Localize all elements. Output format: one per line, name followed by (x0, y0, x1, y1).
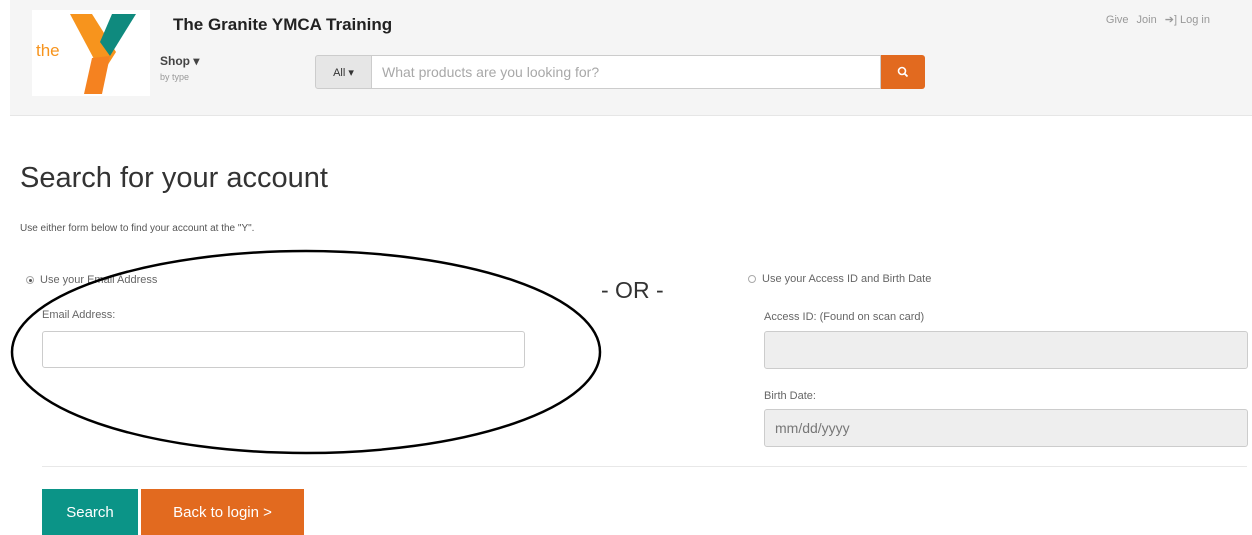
join-link[interactable]: Join (1137, 14, 1157, 26)
email-option-label: Use your Email Address (40, 274, 158, 286)
search-account-button[interactable]: Search (42, 489, 138, 535)
give-link[interactable]: Give (1106, 14, 1129, 26)
site-title[interactable]: The Granite YMCA Training (173, 15, 392, 35)
email-field-label: Email Address: (42, 309, 116, 321)
search-button[interactable] (881, 55, 925, 89)
birth-date-label: Birth Date: (764, 390, 816, 402)
svg-text:the: the (36, 41, 60, 60)
form-divider (42, 466, 1247, 467)
email-option-radio[interactable]: Use your Email Address (26, 274, 157, 286)
access-radio-button[interactable] (748, 275, 756, 283)
product-search: All ▾ (315, 55, 925, 89)
top-links: Give Join ➔] Log in (1106, 13, 1210, 27)
shop-menu[interactable]: Shop ▾ by type (160, 54, 199, 82)
shop-sublabel: by type (160, 72, 190, 82)
access-option-radio[interactable]: Use your Access ID and Birth Date (748, 273, 931, 285)
login-icon: ➔] (1164, 14, 1178, 26)
access-id-field[interactable] (764, 331, 1248, 369)
email-field[interactable] (42, 331, 525, 368)
ymca-logo[interactable]: the (32, 10, 150, 96)
login-label: Log in (1180, 13, 1210, 26)
access-id-label: Access ID: (Found on scan card) (764, 311, 925, 323)
ymca-logo-icon: the (36, 14, 136, 94)
shop-label[interactable]: Shop ▾ (160, 54, 199, 68)
site-header: the The Granite YMCA Training Shop ▾ by … (10, 0, 1252, 116)
or-divider: - OR - (601, 277, 664, 303)
page-title: Search for your account (20, 162, 328, 194)
birth-date-field[interactable] (764, 409, 1248, 447)
search-scope-dropdown[interactable]: All ▾ (315, 55, 372, 89)
product-search-input[interactable] (372, 55, 881, 89)
back-to-login-button[interactable]: Back to login > (141, 489, 304, 535)
login-link[interactable]: ➔] Log in (1164, 13, 1210, 27)
search-icon (897, 66, 909, 78)
intro-text: Use either form below to find your accou… (20, 223, 255, 234)
access-option-label: Use your Access ID and Birth Date (762, 273, 932, 285)
email-radio-button[interactable] (26, 276, 34, 284)
